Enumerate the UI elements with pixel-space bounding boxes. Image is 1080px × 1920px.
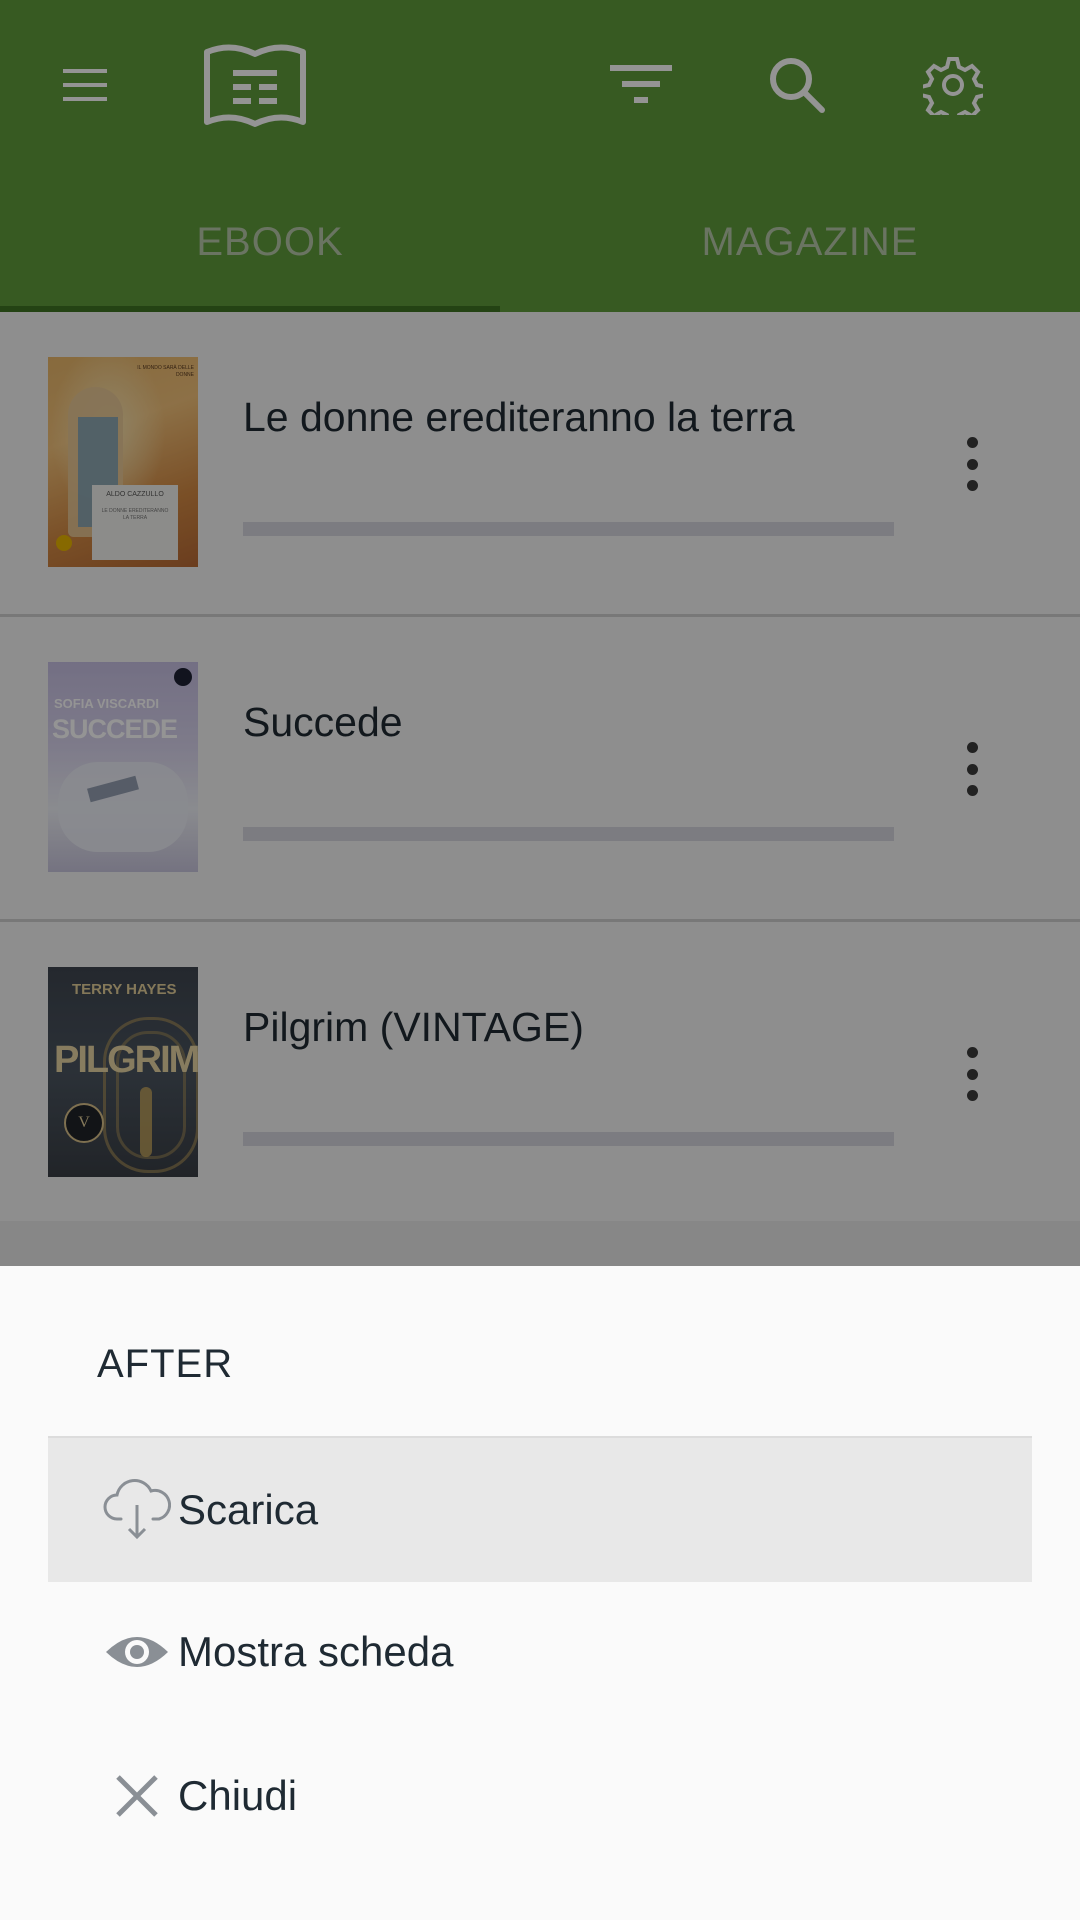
show-details-label: Mostra scheda: [178, 1628, 454, 1675]
close-label: Chiudi: [178, 1772, 298, 1819]
close-icon: [96, 1755, 178, 1837]
eye-icon: [96, 1611, 178, 1693]
download-menu-item[interactable]: Scarica: [48, 1436, 1032, 1582]
sheet-title: AFTER: [97, 1342, 234, 1386]
download-label: Scarica: [178, 1486, 319, 1533]
cloud-download-icon: [96, 1469, 178, 1551]
close-menu-item[interactable]: Chiudi: [48, 1724, 1032, 1868]
show-details-menu-item[interactable]: Mostra scheda: [48, 1580, 1032, 1724]
bottom-sheet: AFTER Scarica Mostra scheda Chiudi: [0, 1266, 1080, 1920]
modal-scrim[interactable]: [0, 0, 1080, 1266]
